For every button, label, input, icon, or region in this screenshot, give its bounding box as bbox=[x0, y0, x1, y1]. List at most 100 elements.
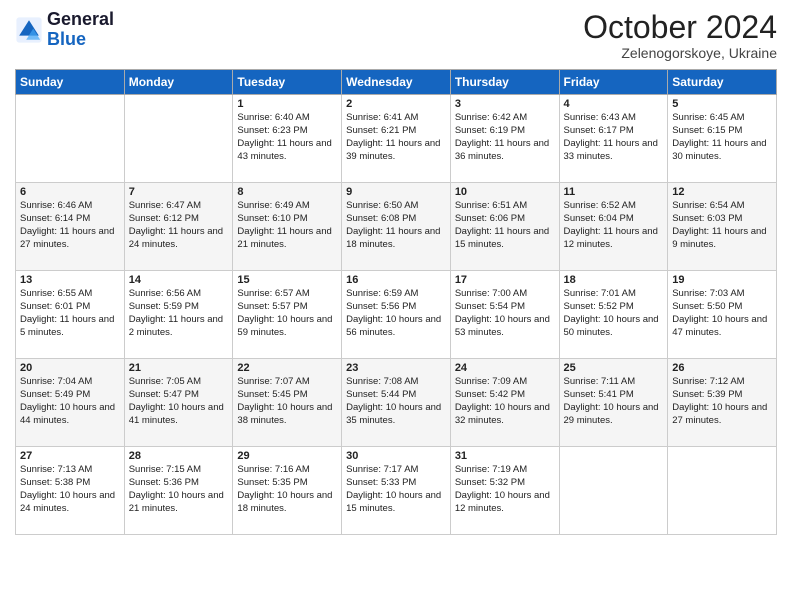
calendar-header-row: Sunday Monday Tuesday Wednesday Thursday… bbox=[16, 70, 777, 95]
month-title: October 2024 bbox=[583, 10, 777, 45]
day-number: 31 bbox=[455, 450, 555, 462]
day-info: Sunrise: 7:04 AM Sunset: 5:49 PM Dayligh… bbox=[20, 376, 120, 427]
table-row: 8 Sunrise: 6:49 AM Sunset: 6:10 PM Daylig… bbox=[233, 183, 342, 271]
logo-line2: Blue bbox=[47, 30, 114, 50]
day-number: 24 bbox=[455, 362, 555, 374]
col-thursday: Thursday bbox=[450, 70, 559, 95]
day-number: 23 bbox=[346, 362, 446, 374]
day-number: 18 bbox=[564, 274, 664, 286]
day-number: 19 bbox=[672, 274, 772, 286]
location: Zelenogorskoye, Ukraine bbox=[583, 45, 777, 61]
col-sunday: Sunday bbox=[16, 70, 125, 95]
day-number: 17 bbox=[455, 274, 555, 286]
col-friday: Friday bbox=[559, 70, 668, 95]
day-info: Sunrise: 6:49 AM Sunset: 6:10 PM Dayligh… bbox=[237, 200, 337, 251]
calendar: Sunday Monday Tuesday Wednesday Thursday… bbox=[15, 69, 777, 535]
day-number: 14 bbox=[129, 274, 229, 286]
table-row: 23Sunrise: 7:08 AM Sunset: 5:44 PM Dayli… bbox=[342, 359, 451, 447]
page: General Blue October 2024 Zelenogorskoye… bbox=[0, 0, 792, 612]
day-info: Sunrise: 7:03 AM Sunset: 5:50 PM Dayligh… bbox=[672, 288, 772, 339]
table-row: 7Sunrise: 6:47 AM Sunset: 6:12 PM Daylig… bbox=[124, 183, 233, 271]
title-area: October 2024 Zelenogorskoye, Ukraine bbox=[583, 10, 777, 61]
day-number: 5 bbox=[672, 98, 772, 110]
header: General Blue October 2024 Zelenogorskoye… bbox=[15, 10, 777, 61]
table-row: 24 Sunrise: 7:09 AM Sunset: 5:42 PM Dayli… bbox=[450, 359, 559, 447]
table-row: 17 Sunrise: 7:00 AM Sunset: 5:54 PM Dayli… bbox=[450, 271, 559, 359]
day-info: Sunrise: 7:05 AM Sunset: 5:47 PM Dayligh… bbox=[129, 376, 229, 427]
day-info: Sunrise: 7:16 AM Sunset: 5:35 PM Dayligh… bbox=[237, 464, 337, 515]
calendar-week-4: 27 Sunrise: 7:13 AM Sunset: 5:38 PM Dayli… bbox=[16, 447, 777, 535]
table-row bbox=[668, 447, 777, 535]
day-info: Sunrise: 6:54 AM Sunset: 6:03 PM Dayligh… bbox=[672, 200, 772, 251]
calendar-week-0: 1 Sunrise: 6:40 AM Sunset: 6:23 PM Daylig… bbox=[16, 95, 777, 183]
day-info: Sunrise: 7:01 AM Sunset: 5:52 PM Dayligh… bbox=[564, 288, 664, 339]
table-row: 19 Sunrise: 7:03 AM Sunset: 5:50 PM Dayli… bbox=[668, 271, 777, 359]
day-info: Sunrise: 6:46 AM Sunset: 6:14 PM Dayligh… bbox=[20, 200, 120, 251]
logo: General Blue bbox=[15, 10, 114, 50]
day-number: 10 bbox=[455, 186, 555, 198]
table-row: 26 Sunrise: 7:12 AM Sunset: 5:39 PM Dayli… bbox=[668, 359, 777, 447]
calendar-week-3: 20 Sunrise: 7:04 AM Sunset: 5:49 PM Dayli… bbox=[16, 359, 777, 447]
col-wednesday: Wednesday bbox=[342, 70, 451, 95]
day-number: 22 bbox=[237, 362, 337, 374]
day-info: Sunrise: 6:57 AM Sunset: 5:57 PM Dayligh… bbox=[237, 288, 337, 339]
day-number: 8 bbox=[237, 186, 337, 198]
day-number: 26 bbox=[672, 362, 772, 374]
day-info: Sunrise: 6:56 AM Sunset: 5:59 PM Dayligh… bbox=[129, 288, 229, 339]
day-number: 1 bbox=[237, 98, 337, 110]
day-info: Sunrise: 7:00 AM Sunset: 5:54 PM Dayligh… bbox=[455, 288, 555, 339]
day-number: 12 bbox=[672, 186, 772, 198]
table-row: 10Sunrise: 6:51 AM Sunset: 6:06 PM Dayli… bbox=[450, 183, 559, 271]
table-row: 5 Sunrise: 6:45 AM Sunset: 6:15 PM Daylig… bbox=[668, 95, 777, 183]
table-row: 18 Sunrise: 7:01 AM Sunset: 5:52 PM Dayli… bbox=[559, 271, 668, 359]
day-info: Sunrise: 6:59 AM Sunset: 5:56 PM Dayligh… bbox=[346, 288, 446, 339]
table-row: 9Sunrise: 6:50 AM Sunset: 6:08 PM Daylig… bbox=[342, 183, 451, 271]
day-number: 20 bbox=[20, 362, 120, 374]
day-number: 16 bbox=[346, 274, 446, 286]
day-info: Sunrise: 6:40 AM Sunset: 6:23 PM Dayligh… bbox=[237, 112, 337, 163]
day-info: Sunrise: 7:19 AM Sunset: 5:32 PM Dayligh… bbox=[455, 464, 555, 515]
table-row: 11Sunrise: 6:52 AM Sunset: 6:04 PM Dayli… bbox=[559, 183, 668, 271]
day-number: 3 bbox=[455, 98, 555, 110]
day-number: 6 bbox=[20, 186, 120, 198]
day-info: Sunrise: 6:52 AM Sunset: 6:04 PM Dayligh… bbox=[564, 200, 664, 251]
day-number: 21 bbox=[129, 362, 229, 374]
day-info: Sunrise: 7:13 AM Sunset: 5:38 PM Dayligh… bbox=[20, 464, 120, 515]
day-info: Sunrise: 6:43 AM Sunset: 6:17 PM Dayligh… bbox=[564, 112, 664, 163]
day-number: 27 bbox=[20, 450, 120, 462]
table-row: 27 Sunrise: 7:13 AM Sunset: 5:38 PM Dayli… bbox=[16, 447, 125, 535]
day-number: 2 bbox=[346, 98, 446, 110]
day-info: Sunrise: 6:41 AM Sunset: 6:21 PM Dayligh… bbox=[346, 112, 446, 163]
table-row: 2 Sunrise: 6:41 AM Sunset: 6:21 PM Daylig… bbox=[342, 95, 451, 183]
table-row: 15Sunrise: 6:57 AM Sunset: 5:57 PM Dayli… bbox=[233, 271, 342, 359]
day-number: 13 bbox=[20, 274, 120, 286]
table-row: 14 Sunrise: 6:56 AM Sunset: 5:59 PM Dayli… bbox=[124, 271, 233, 359]
table-row: 29Sunrise: 7:16 AM Sunset: 5:35 PM Dayli… bbox=[233, 447, 342, 535]
day-number: 25 bbox=[564, 362, 664, 374]
day-info: Sunrise: 7:15 AM Sunset: 5:36 PM Dayligh… bbox=[129, 464, 229, 515]
table-row: 4Sunrise: 6:43 AM Sunset: 6:17 PM Daylig… bbox=[559, 95, 668, 183]
table-row: 30Sunrise: 7:17 AM Sunset: 5:33 PM Dayli… bbox=[342, 447, 451, 535]
calendar-week-2: 13 Sunrise: 6:55 AM Sunset: 6:01 PM Dayli… bbox=[16, 271, 777, 359]
day-number: 28 bbox=[129, 450, 229, 462]
day-info: Sunrise: 6:55 AM Sunset: 6:01 PM Dayligh… bbox=[20, 288, 120, 339]
table-row bbox=[16, 95, 125, 183]
logo-line1: General bbox=[47, 10, 114, 30]
day-number: 30 bbox=[346, 450, 446, 462]
table-row: 13 Sunrise: 6:55 AM Sunset: 6:01 PM Dayli… bbox=[16, 271, 125, 359]
table-row: 6 Sunrise: 6:46 AM Sunset: 6:14 PM Daylig… bbox=[16, 183, 125, 271]
table-row: 22Sunrise: 7:07 AM Sunset: 5:45 PM Dayli… bbox=[233, 359, 342, 447]
day-info: Sunrise: 6:47 AM Sunset: 6:12 PM Dayligh… bbox=[129, 200, 229, 251]
table-row bbox=[124, 95, 233, 183]
table-row: 25 Sunrise: 7:11 AM Sunset: 5:41 PM Dayli… bbox=[559, 359, 668, 447]
table-row: 16 Sunrise: 6:59 AM Sunset: 5:56 PM Dayli… bbox=[342, 271, 451, 359]
table-row: 20 Sunrise: 7:04 AM Sunset: 5:49 PM Dayli… bbox=[16, 359, 125, 447]
table-row: 21 Sunrise: 7:05 AM Sunset: 5:47 PM Dayli… bbox=[124, 359, 233, 447]
table-row: 12 Sunrise: 6:54 AM Sunset: 6:03 PM Dayli… bbox=[668, 183, 777, 271]
logo-icon bbox=[15, 16, 43, 44]
col-saturday: Saturday bbox=[668, 70, 777, 95]
day-info: Sunrise: 7:09 AM Sunset: 5:42 PM Dayligh… bbox=[455, 376, 555, 427]
day-info: Sunrise: 7:11 AM Sunset: 5:41 PM Dayligh… bbox=[564, 376, 664, 427]
day-info: Sunrise: 6:45 AM Sunset: 6:15 PM Dayligh… bbox=[672, 112, 772, 163]
day-info: Sunrise: 7:12 AM Sunset: 5:39 PM Dayligh… bbox=[672, 376, 772, 427]
